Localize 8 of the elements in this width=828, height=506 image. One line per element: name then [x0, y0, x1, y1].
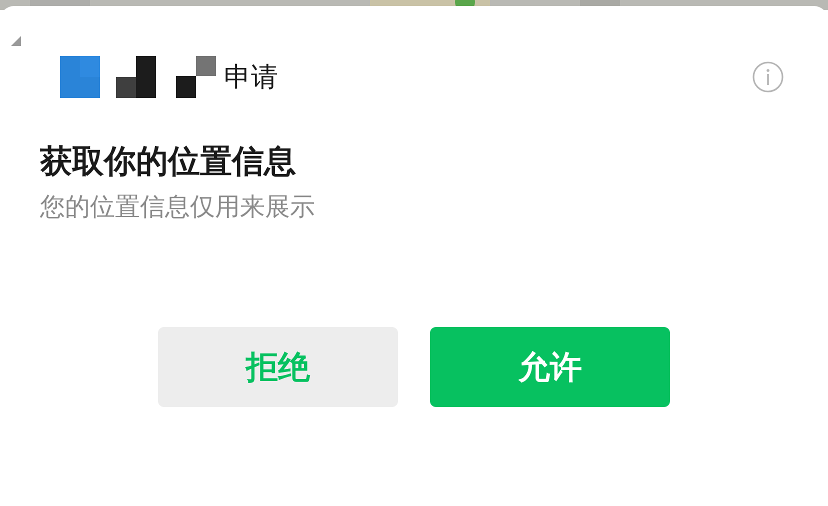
- allow-button[interactable]: 允许: [430, 327, 670, 408]
- corner-triangle-icon: [11, 36, 21, 46]
- app-icon: [60, 56, 100, 98]
- deny-button[interactable]: 拒绝: [158, 327, 398, 408]
- info-icon[interactable]: [752, 61, 784, 93]
- permission-heading: 获取你的位置信息: [40, 142, 297, 180]
- permission-description: 您的位置信息仅用来展示: [40, 192, 316, 222]
- dialog-title: 申请: [224, 64, 278, 90]
